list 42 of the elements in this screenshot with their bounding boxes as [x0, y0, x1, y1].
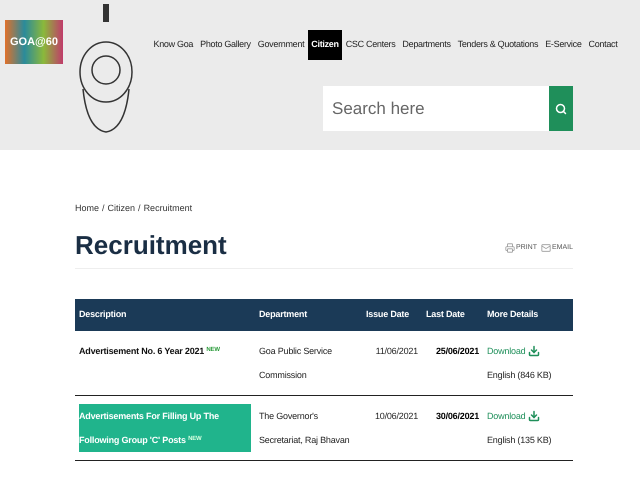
nav-link[interactable]: Departments — [398, 30, 454, 60]
column-header: Last Date — [422, 298, 483, 330]
table-cell: 30/06/2021 — [422, 395, 483, 460]
file-size-text: English (846 KB) — [487, 368, 552, 382]
nav-link[interactable]: Tenders & Quotations — [454, 30, 542, 60]
breadcrumb-current: Recruitment — [144, 202, 192, 215]
table-cell: 11/06/2021 — [362, 330, 422, 395]
table-cell: Goa Public Service Commission — [255, 330, 362, 395]
download-link[interactable]: Download — [487, 404, 569, 428]
download-icon — [528, 410, 540, 422]
search-field[interactable]: Search here — [323, 86, 549, 131]
nav-link[interactable]: E-Service — [542, 30, 586, 60]
column-header: Issue Date — [362, 298, 422, 330]
table-cell: 10/06/2021 — [362, 395, 422, 460]
download-icon — [528, 344, 540, 356]
print-icon — [504, 243, 515, 254]
email-icon — [540, 243, 551, 254]
nav-link[interactable]: CSC Centers — [342, 30, 399, 60]
new-label: NEW — [206, 346, 220, 352]
breadcrumb-separator: / — [102, 202, 105, 215]
nav-link[interactable]: Contact — [585, 30, 621, 60]
breadcrumb-separator: / — [138, 202, 141, 215]
breadcrumb-link[interactable]: Home — [75, 202, 100, 216]
nav-link[interactable]: Citizen — [308, 30, 342, 60]
table-cell: 25/06/2021 — [422, 330, 483, 395]
breadcrumb-link[interactable]: Citizen — [108, 202, 136, 216]
new-label: NEW — [188, 436, 202, 442]
logo[interactable]: GOA@60 — [5, 20, 63, 64]
page-title: Recruitment — [75, 232, 227, 258]
search-button[interactable] — [549, 86, 573, 131]
search-icon — [555, 102, 567, 114]
download-link[interactable]: Download — [487, 338, 569, 362]
nav-link[interactable]: Photo Gallery — [196, 30, 254, 60]
nav-link[interactable]: Government — [254, 30, 308, 60]
description-text: Advertisements For Filling Up The Following Group 'C' Posts $^{NEW}$ — [79, 404, 251, 452]
column-header: More Details — [483, 298, 573, 330]
column-header: Department — [255, 298, 362, 330]
nav-link[interactable]: Know Goa — [150, 30, 197, 60]
file-size-text: English (135 KB) — [487, 434, 552, 447]
table-cell: The Governor's Secretariat, Raj Bhavan — [255, 395, 362, 460]
description-text: Advertisement No. 6 Year 2021 $^{NEW}$ — [79, 344, 221, 358]
column-header: Description — [75, 298, 255, 330]
